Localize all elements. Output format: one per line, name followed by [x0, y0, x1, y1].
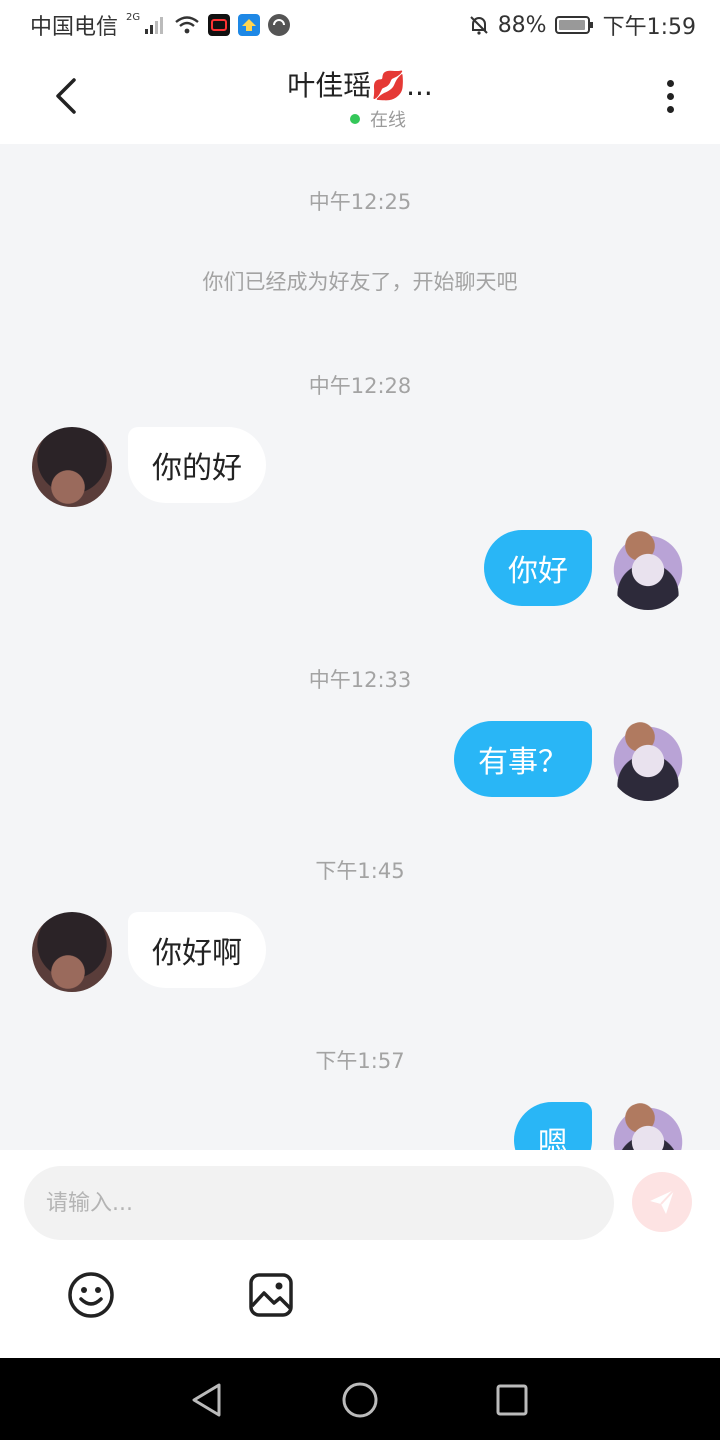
send-icon [650, 1189, 675, 1214]
nav-recents-button[interactable] [490, 1378, 534, 1422]
avatar[interactable] [608, 721, 688, 801]
app-icon [208, 14, 231, 36]
message-bubble-outgoing[interactable]: 嗯 [514, 1102, 592, 1150]
chat-header: 叶佳瑶💋... 在线 [0, 50, 720, 144]
app-icon [238, 14, 261, 36]
image-icon [249, 1273, 293, 1317]
carrier-label: 中国电信 [30, 15, 119, 40]
timestamp: 中午12:28 [308, 374, 412, 398]
timestamp: 下午1:45 [315, 859, 405, 883]
message-bubble-outgoing[interactable]: 有事？ [454, 721, 592, 797]
message-input[interactable] [24, 1166, 614, 1240]
more-vertical-icon [666, 79, 674, 87]
recents-square-icon [496, 1384, 528, 1416]
timestamp: 中午12:25 [308, 190, 412, 214]
avatar[interactable] [608, 530, 688, 610]
chat-message-list[interactable]: 中午12:25 你们已经成为好友了，开始聊天吧 中午12:28 你的好 你好 中… [0, 144, 720, 1150]
image-button[interactable] [246, 1270, 296, 1320]
status-bar: 中国电信 2G 88% 下午1:59 [0, 0, 720, 50]
online-status-label: 在线 [370, 110, 406, 131]
nav-home-button[interactable] [338, 1378, 382, 1422]
avatar[interactable] [608, 1102, 688, 1150]
system-message: 你们已经成为好友了，开始聊天吧 [202, 270, 518, 294]
online-status: 在线 [350, 106, 406, 132]
status-left: 中国电信 2G [30, 9, 291, 41]
home-circle-icon [342, 1382, 378, 1418]
status-right: 88% 下午1:59 [468, 9, 696, 41]
timestamp: 下午1:57 [315, 1049, 405, 1073]
avatar[interactable] [32, 912, 112, 992]
network-type: 2G [126, 11, 141, 23]
chat-title: 叶佳瑶💋... [287, 69, 433, 102]
message-bubble-outgoing[interactable]: 你好 [484, 530, 592, 606]
emoji-button[interactable] [66, 1270, 116, 1320]
battery-percent: 88% [497, 12, 547, 38]
clock: 下午1:59 [602, 15, 696, 40]
emoji-icon [68, 1272, 114, 1318]
message-bubble-incoming[interactable]: 你好啊 [128, 912, 266, 988]
online-dot-icon [350, 114, 360, 124]
avatar[interactable] [32, 427, 112, 507]
input-panel [0, 1150, 720, 1358]
system-nav-bar [0, 1358, 720, 1440]
back-triangle-icon [192, 1383, 221, 1417]
more-options-button[interactable] [646, 72, 694, 120]
signal-icon [144, 15, 166, 35]
battery-icon [554, 15, 595, 35]
message-bubble-incoming[interactable]: 你的好 [128, 427, 266, 503]
app-icon [268, 14, 291, 36]
nav-back-button[interactable] [184, 1378, 228, 1422]
timestamp: 中午12:33 [308, 668, 412, 692]
send-button[interactable] [632, 1172, 692, 1232]
mute-icon [468, 14, 490, 36]
wifi-icon [174, 15, 200, 35]
